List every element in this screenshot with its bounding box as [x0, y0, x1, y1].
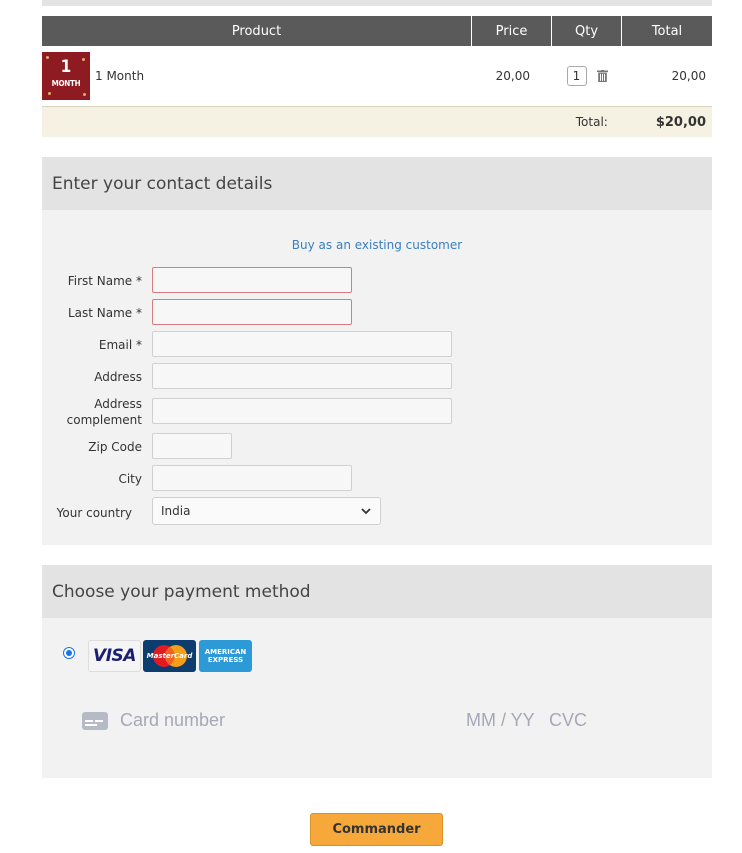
product-cell: 1 MONTH 1 Month	[42, 52, 472, 100]
email-field[interactable]	[152, 331, 452, 357]
header-total: Total	[651, 23, 683, 39]
address-field[interactable]	[152, 363, 452, 389]
expiry-input[interactable]: MM / YY	[466, 710, 535, 731]
product-price: 20,00	[495, 69, 530, 83]
email-label: Email *	[98, 338, 142, 352]
country-value: India	[161, 504, 191, 518]
address-label: Address	[94, 370, 142, 384]
mastercard-text: MasterCard	[146, 652, 193, 660]
cart-total-row: Total: $20,00	[42, 107, 712, 137]
address-complement-field[interactable]	[152, 398, 452, 424]
cart-header: Product Price Qty Total	[42, 16, 712, 46]
qty-input[interactable]: 1	[566, 66, 587, 86]
cart-row: 1 MONTH 1 Month 20,00 1 20,00	[42, 46, 712, 107]
total-value: $20,00	[655, 114, 706, 130]
city-field[interactable]	[152, 465, 352, 491]
city-label: City	[118, 472, 142, 486]
country-label: Your country	[56, 506, 132, 520]
zip-label: Zip Code	[88, 440, 142, 454]
commander-button[interactable]: Commander	[310, 813, 443, 846]
last-name-label: Last Name *	[67, 306, 142, 320]
contact-panel: Enter your contact details Buy as an exi…	[42, 157, 712, 545]
total-label: Total:	[575, 115, 608, 129]
existing-customer-link[interactable]: Buy as an existing customer	[42, 238, 712, 252]
card-number-input[interactable]: Card number	[120, 710, 225, 731]
payment-title: Choose your payment method	[42, 565, 712, 618]
product-total: 20,00	[671, 69, 706, 83]
address-complement-label: Address complement	[66, 397, 142, 427]
first-name-field[interactable]	[152, 267, 352, 293]
header-price: Price	[472, 16, 552, 46]
contact-title: Enter your contact details	[42, 157, 712, 210]
thumbnail-number: 1	[60, 57, 72, 77]
header-qty: Qty	[552, 16, 622, 46]
amex-logo: AMERICAN EXPRESS	[199, 640, 252, 672]
product-name: 1 Month	[95, 69, 145, 83]
card-payment-radio[interactable]	[63, 647, 75, 659]
zip-field[interactable]	[152, 433, 232, 459]
credit-card-icon	[82, 712, 108, 730]
cart-table: Product Price Qty Total 1 MONTH 1 Month …	[42, 16, 712, 137]
top-divider	[42, 0, 712, 6]
thumbnail-word: MONTH	[51, 79, 81, 88]
visa-logo: VISA	[88, 640, 141, 672]
header-product: Product	[42, 16, 472, 46]
last-name-field[interactable]	[152, 299, 352, 325]
qty-cell: 1	[552, 66, 622, 86]
first-name-label: First Name *	[67, 274, 142, 288]
cvc-input[interactable]: CVC	[549, 710, 587, 731]
payment-panel: Choose your payment method VISA MasterCa…	[42, 565, 712, 778]
trash-icon[interactable]	[596, 70, 608, 82]
mastercard-logo: MasterCard	[143, 640, 196, 672]
chevron-down-icon	[361, 508, 371, 515]
country-select[interactable]: India	[152, 497, 381, 525]
product-thumbnail: 1 MONTH	[42, 52, 90, 100]
